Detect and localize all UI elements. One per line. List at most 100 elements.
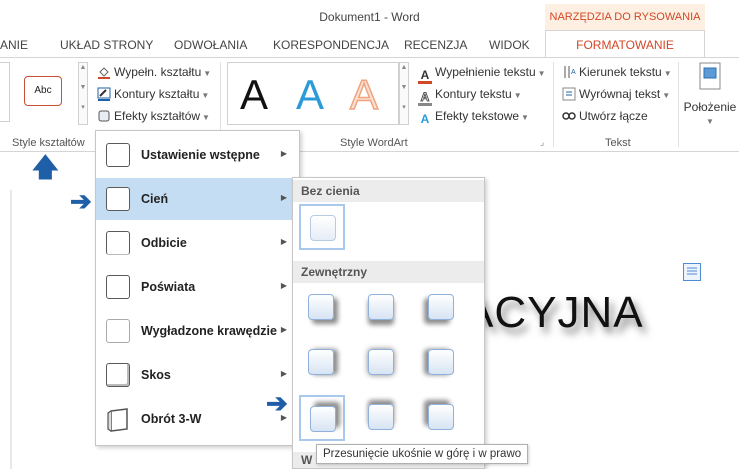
align-text-label: Wyrównaj tekst <box>579 87 661 101</box>
shadow-option-none[interactable] <box>299 204 345 250</box>
shape-fill-button[interactable]: Wypełn. kształtu ▼ <box>97 65 211 79</box>
shape-outline-button[interactable]: Kontury kształtu ▼ <box>97 87 209 101</box>
shadow-preview <box>368 404 394 430</box>
shadow-preview <box>368 349 394 375</box>
chevron-down-icon: ▼ <box>513 91 522 100</box>
tab-insert-partial[interactable]: ANIE <box>0 38 28 52</box>
shadow-option-outer-7[interactable] <box>299 395 345 441</box>
tab-review[interactable]: RECENZJA <box>404 38 467 52</box>
create-link-button[interactable]: Utwórz łącze <box>562 109 648 123</box>
tab-page-layout[interactable]: UKŁAD STRONY <box>60 38 153 52</box>
text-outline-icon: A <box>418 91 432 106</box>
scroll-up-icon[interactable]: ▲ <box>400 63 408 73</box>
tab-view[interactable]: WIDOK <box>489 38 530 52</box>
shape-gallery-scroll[interactable]: ▲ ▼ ▾ <box>78 62 88 125</box>
section-header-no-shadow: Bez cienia <box>293 180 484 202</box>
chevron-right-icon: ▶ <box>280 193 287 202</box>
position-label: Położenie <box>683 100 737 114</box>
chevron-down-icon: ▼ <box>537 69 546 78</box>
arrow-up-icon: 🡅 <box>32 152 59 182</box>
shadow-option-outer-3[interactable] <box>419 285 465 331</box>
align-text-button[interactable]: Wyrównaj tekst ▼ <box>562 87 670 101</box>
text-direction-icon: A <box>564 66 576 78</box>
menu-item-reflection[interactable]: Odbicie ▶ <box>96 222 299 264</box>
shadow-option-outer-9[interactable] <box>419 395 465 441</box>
menu-item-preset[interactable]: Ustawienie wstępne ▶ <box>96 134 299 176</box>
position-icon <box>699 62 721 90</box>
wordart-style-orange-outline[interactable]: A <box>349 70 379 120</box>
dialog-launcher-icon[interactable]: ⌟ <box>540 137 544 148</box>
shape-style-gallery-edge <box>0 62 10 122</box>
preset-icon <box>106 143 130 167</box>
shadow-preview <box>310 406 336 432</box>
align-text-icon <box>562 87 576 101</box>
position-button[interactable]: Położenie ▼ <box>682 62 736 132</box>
shadow-option-outer-1[interactable] <box>299 285 345 331</box>
wordart-style-black[interactable]: A <box>240 70 268 120</box>
menu-item-soft-edges[interactable]: Wygładzone krawędzie ▶ <box>96 310 299 352</box>
text-direction-label: Kierunek tekstu <box>579 65 662 79</box>
shadow-option-outer-8[interactable] <box>359 395 405 441</box>
section-header-outer: Zewnętrzny <box>293 261 484 283</box>
shadow-option-outer-6[interactable] <box>419 340 465 386</box>
tab-references[interactable]: ODWOŁANIA <box>174 38 247 52</box>
page-edge <box>10 190 12 469</box>
scroll-up-icon[interactable]: ▲ <box>79 63 87 73</box>
shadow-option-outer-4[interactable] <box>299 340 345 386</box>
layout-options-icon[interactable] <box>683 263 701 281</box>
text-outline-button[interactable]: A Kontury tekstu ▼ <box>418 87 522 106</box>
wordart-text-object[interactable]: ACYJNA <box>464 288 644 338</box>
chevron-right-icon: ▶ <box>280 237 287 246</box>
chevron-down-icon: ▼ <box>202 113 210 122</box>
arrow-right-icon: ➔ <box>70 186 92 216</box>
window-title: Dokument1 - Word <box>319 10 420 24</box>
pen-outline-icon <box>97 87 111 101</box>
text-effects-button[interactable]: A Efekty tekstowe ▼ <box>418 109 529 126</box>
shape-effects-label: Efekty kształtów <box>114 109 201 123</box>
shape-outline-label: Kontury kształtu <box>114 87 200 101</box>
tab-format[interactable]: FORMATOWANIE <box>545 38 705 52</box>
arrow-right-icon: ➔ <box>266 388 288 418</box>
chevron-down-icon: ▼ <box>663 69 672 78</box>
shadow-preview <box>428 294 454 320</box>
shadow-option-outer-5[interactable] <box>359 340 405 386</box>
chevron-down-icon: ▼ <box>521 113 529 122</box>
shape-style-sample[interactable]: Abc <box>24 76 62 106</box>
shadow-gallery: Bez cienia Zewnętrzny W <box>292 177 485 469</box>
group-separator <box>553 62 554 147</box>
chevron-down-icon: ▼ <box>201 91 210 100</box>
soft-edges-icon <box>106 319 130 343</box>
scroll-down-icon[interactable]: ▼ <box>79 83 87 93</box>
chevron-right-icon: ▶ <box>280 325 287 334</box>
reflection-icon <box>106 231 130 255</box>
text-fill-label: Wypełnienie tekstu <box>435 65 536 79</box>
chevron-down-icon: ▼ <box>706 117 714 126</box>
gallery-more-icon[interactable]: ▾ <box>400 103 408 113</box>
wordart-style-blue[interactable]: A <box>296 70 324 120</box>
gallery-more-icon[interactable]: ▾ <box>79 103 87 113</box>
tab-mailings[interactable]: KORESPONDENCJA <box>273 38 389 52</box>
shadow-preview <box>368 294 394 320</box>
shadow-preview <box>428 404 454 430</box>
svg-text:A: A <box>571 69 576 76</box>
shadow-option-outer-2[interactable] <box>359 285 405 331</box>
chevron-down-icon: ▼ <box>662 91 671 100</box>
group-label-text: Tekst <box>605 137 631 149</box>
shape-effects-button[interactable]: Efekty kształtów ▼ <box>97 109 210 123</box>
paint-bucket-icon <box>98 67 110 79</box>
chevron-right-icon: ▶ <box>280 281 287 290</box>
menu-item-glow[interactable]: Poświata ▶ <box>96 266 299 308</box>
layout-options-glyph <box>687 267 697 275</box>
wordart-gallery-scroll[interactable]: ▲ ▼ ▾ <box>399 62 409 125</box>
shadow-preview <box>310 215 336 241</box>
bevel-icon <box>106 363 130 387</box>
chevron-right-icon: ▶ <box>280 149 287 158</box>
text-direction-button[interactable]: A Kierunek tekstu ▼ <box>562 65 672 79</box>
group-label-shape-styles: Style kształtów <box>12 137 85 149</box>
menu-item-shadow[interactable]: Cień ▶ <box>96 178 299 220</box>
shadow-preview <box>308 349 334 375</box>
chevron-down-icon: ▼ <box>203 69 212 78</box>
text-fill-button[interactable]: A Wypełnienie tekstu ▼ <box>418 65 546 84</box>
scroll-down-icon[interactable]: ▼ <box>400 83 408 93</box>
shape-effects-icon <box>98 110 110 122</box>
